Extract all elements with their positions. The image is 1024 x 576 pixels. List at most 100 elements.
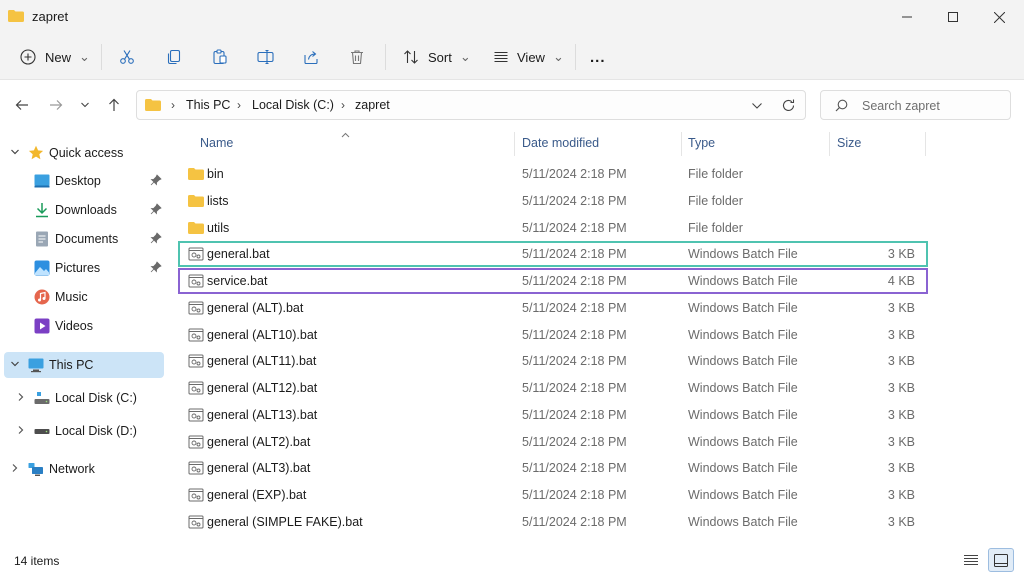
paste-button[interactable] (212, 42, 228, 72)
chevron-down-icon (81, 102, 89, 108)
file-type: Windows Batch File (688, 247, 798, 261)
table-row[interactable]: service.bat 5/11/2024 2:18 PM Windows Batc… (178, 268, 928, 294)
batch-file-icon (188, 328, 204, 342)
sidebar-item-network[interactable]: Network (4, 456, 164, 482)
address-bar[interactable]: › This PC › Local Disk (C:) › zapret (136, 90, 806, 120)
pin-icon[interactable] (150, 203, 162, 215)
large-icons-view-button[interactable] (988, 548, 1014, 572)
item-count: 14 items (14, 554, 60, 568)
sidebar-item-desktop[interactable]: Desktop (4, 168, 164, 194)
pictures-icon (34, 260, 50, 276)
copy-button[interactable] (166, 42, 182, 72)
table-row[interactable]: general.bat 5/11/2024 2:18 PM Windows Batc… (178, 241, 928, 267)
close-button[interactable] (976, 0, 1022, 34)
table-row[interactable]: general (ALT13).bat 5/11/2024 2:18 PM Wind… (178, 402, 928, 428)
table-row[interactable]: lists 5/11/2024 2:18 PM File folder (178, 188, 928, 214)
file-type: Windows Batch File (688, 381, 798, 395)
details-view-button[interactable] (958, 548, 984, 572)
file-date-modified: 5/11/2024 2:18 PM (522, 354, 627, 368)
new-button[interactable]: New ⌄ (20, 42, 90, 72)
column-divider[interactable] (925, 132, 926, 156)
drive-icon (34, 392, 50, 404)
table-row[interactable]: general (SIMPLE FAKE).bat 5/11/2024 2:18 … (178, 509, 928, 535)
sidebar-item-quick-access[interactable]: Quick access (4, 140, 164, 166)
title-bar: zapret (0, 0, 1024, 34)
chevron-down-icon[interactable] (751, 101, 763, 111)
file-name: general (ALT).bat (207, 301, 304, 315)
videos-icon (34, 318, 50, 334)
recent-locations-button[interactable] (75, 95, 95, 115)
share-button[interactable] (303, 42, 319, 72)
column-header-name[interactable]: Name (200, 136, 233, 150)
breadcrumb-zapret[interactable]: zapret (355, 98, 390, 112)
sidebar-item-local-disk-d[interactable]: Local Disk (D:) (4, 418, 164, 444)
column-header-type[interactable]: Type (688, 136, 715, 150)
breadcrumb-local-disk[interactable]: Local Disk (C:) (252, 98, 334, 112)
forward-button[interactable] (46, 95, 66, 115)
breadcrumb-this-pc[interactable]: This PC (186, 98, 230, 112)
batch-file-icon (188, 515, 204, 529)
file-name: lists (207, 194, 229, 208)
file-type: Windows Batch File (688, 515, 798, 529)
sidebar-item-pictures[interactable]: Pictures (4, 255, 164, 281)
chevron-right-icon: › (237, 98, 241, 112)
file-name: general (ALT10).bat (207, 328, 318, 342)
chevron-right-icon[interactable] (16, 392, 26, 405)
rename-icon (257, 49, 274, 65)
arrow-right-icon (50, 100, 63, 110)
sidebar-item-local-disk-c[interactable]: Local Disk (C:) (4, 385, 164, 411)
column-divider[interactable] (829, 132, 830, 156)
file-size: 3 KB (887, 515, 915, 529)
table-row[interactable]: utils 5/11/2024 2:18 PM File folder (178, 215, 928, 241)
table-row[interactable]: bin 5/11/2024 2:18 PM File folder (178, 161, 928, 187)
table-row[interactable]: general (ALT11).bat 5/11/2024 2:18 PM Wind… (178, 348, 928, 374)
sidebar-item-label: Videos (55, 319, 93, 333)
table-row[interactable]: general (ALT).bat 5/11/2024 2:18 PM Window… (178, 295, 928, 321)
batch-file-icon (188, 301, 204, 315)
search-input[interactable]: Search zapret (862, 99, 940, 113)
column-header-size[interactable]: Size (837, 136, 861, 150)
cut-button[interactable] (119, 42, 135, 72)
search-box[interactable]: Search zapret (820, 90, 1011, 120)
sidebar-item-downloads[interactable]: Downloads (4, 197, 164, 223)
rename-button[interactable] (257, 42, 274, 72)
view-button[interactable]: View ⌄ (493, 42, 564, 72)
chevron-right-icon[interactable] (16, 425, 26, 438)
chevron-down-icon[interactable] (10, 359, 20, 372)
column-divider[interactable] (681, 132, 682, 156)
table-row[interactable]: general (ALT3).bat 5/11/2024 2:18 PM Windo… (178, 455, 928, 481)
pin-icon[interactable] (150, 174, 162, 186)
table-row[interactable]: general (ALT2).bat 5/11/2024 2:18 PM Windo… (178, 429, 928, 455)
column-divider[interactable] (514, 132, 515, 156)
refresh-icon[interactable] (781, 98, 796, 113)
file-date-modified: 5/11/2024 2:18 PM (522, 488, 627, 502)
more-options-button[interactable]: ... (590, 42, 606, 72)
sidebar-item-music[interactable]: Music (4, 284, 164, 310)
sidebar-item-documents[interactable]: Documents (4, 226, 164, 252)
divider (575, 44, 576, 70)
pin-icon[interactable] (150, 261, 162, 273)
sort-button[interactable]: Sort ⌄ (403, 42, 471, 72)
table-row[interactable]: general (EXP).bat 5/11/2024 2:18 PM Window… (178, 482, 928, 508)
maximize-button[interactable] (930, 0, 976, 34)
table-row[interactable]: general (ALT12).bat 5/11/2024 2:18 PM Wind… (178, 375, 928, 401)
back-button[interactable] (12, 95, 32, 115)
pin-icon[interactable] (150, 232, 162, 244)
file-size: 3 KB (887, 381, 915, 395)
up-button[interactable] (104, 95, 124, 115)
chevron-right-icon[interactable] (10, 463, 20, 476)
column-header-date[interactable]: Date modified (522, 136, 599, 150)
sidebar-item-videos[interactable]: Videos (4, 313, 164, 339)
file-size: 3 KB (887, 435, 915, 449)
sidebar-item-this-pc[interactable]: This PC (4, 352, 164, 378)
file-type: Windows Batch File (688, 435, 798, 449)
minimize-icon (902, 16, 912, 18)
view-label: View (517, 49, 545, 65)
folder-icon (188, 168, 204, 180)
chevron-down-icon[interactable] (10, 147, 20, 160)
file-size: 4 KB (887, 274, 915, 288)
delete-button[interactable] (349, 42, 365, 72)
chevron-down-icon: ⌄ (552, 49, 564, 64)
table-row[interactable]: general (ALT10).bat 5/11/2024 2:18 PM Wind… (178, 322, 928, 348)
minimize-button[interactable] (884, 0, 930, 34)
